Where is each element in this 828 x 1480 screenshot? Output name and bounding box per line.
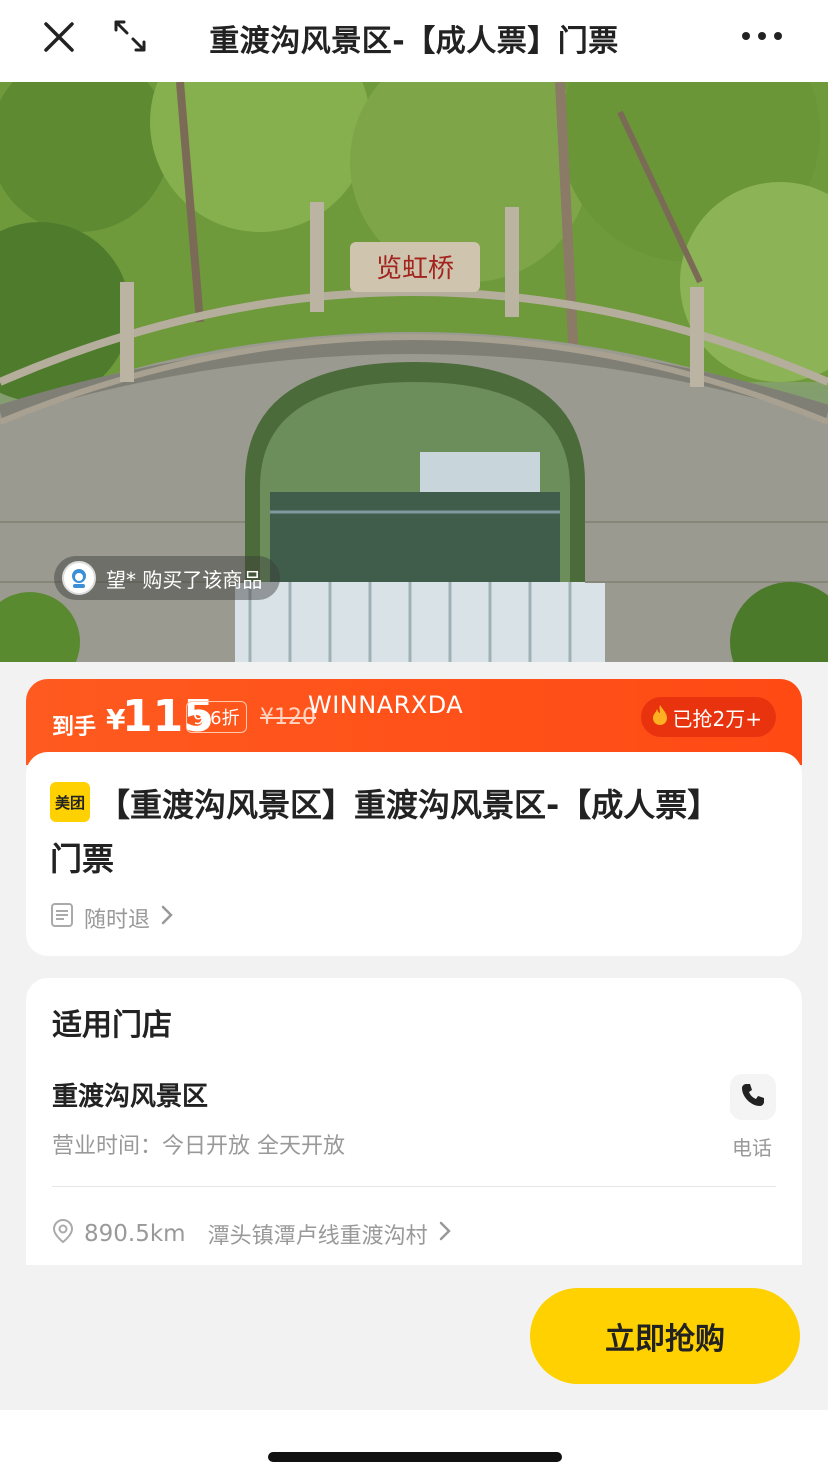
call-button[interactable]	[730, 1074, 776, 1120]
store-section-heading: 适用门店	[52, 1008, 172, 1043]
more-icon[interactable]	[740, 24, 784, 48]
page-title: 重渡沟风景区-【成人票】门票	[209, 24, 619, 59]
document-icon	[50, 902, 74, 934]
product-card: 美团 【重渡沟风景区】重渡沟风景区-【成人票】门票 随时退	[26, 752, 802, 956]
distance: 890.5km	[84, 1221, 186, 1247]
refund-label: 随时退	[84, 908, 151, 933]
call-label: 电话	[732, 1136, 772, 1160]
product-title: 【重渡沟风景区】重渡沟风景区-【成人票】门票	[50, 786, 720, 878]
chevron-right-icon	[438, 1220, 452, 1248]
chevron-right-icon	[160, 904, 174, 932]
divider	[52, 1186, 776, 1187]
top-bar: 重渡沟风景区-【成人票】门票	[0, 0, 828, 82]
store-hours: 营业时间：今日开放 全天开放	[52, 1134, 345, 1159]
address-row[interactable]: 890.5km 潭头镇潭卢线重渡沟村	[52, 1218, 452, 1250]
store-address: 潭头镇潭卢线重渡沟村	[207, 1224, 428, 1249]
phone-icon	[740, 1082, 766, 1112]
watermark-text: WINNARXDA	[308, 691, 464, 719]
discount-badge: 9.6折	[186, 701, 247, 733]
fire-icon	[651, 704, 669, 731]
avatar	[62, 561, 96, 595]
sales-count: 已抢2万+	[672, 706, 762, 731]
home-indicator[interactable]	[268, 1452, 562, 1462]
store-name[interactable]: 重渡沟风景区	[52, 1076, 208, 1113]
buy-now-button[interactable]: 立即抢购	[530, 1288, 800, 1384]
price-prefix: 到手	[52, 715, 97, 740]
buyer-tip-text: 望* 购买了该商品	[106, 567, 263, 592]
location-pin-icon	[52, 1218, 74, 1250]
sales-badge: 已抢2万+	[640, 697, 776, 737]
buyer-tip: 望* 购买了该商品	[54, 556, 281, 600]
svg-text:览虹桥: 览虹桥	[376, 254, 454, 284]
store-card: 适用门店 重渡沟风景区 营业时间：今日开放 全天开放 电话 890.5km 潭头…	[26, 978, 802, 1278]
home-area	[0, 1410, 828, 1480]
refund-policy[interactable]: 随时退	[50, 902, 174, 934]
